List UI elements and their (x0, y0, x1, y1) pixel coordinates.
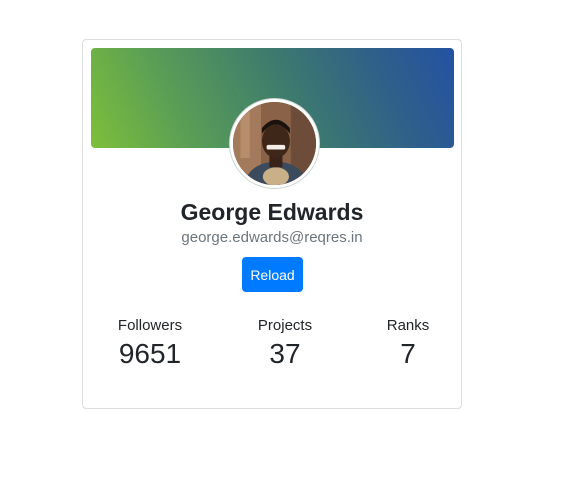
profile-card: George Edwards george.edwards@reqres.in … (82, 39, 462, 409)
stat-ranks: Ranks 7 (348, 317, 468, 370)
stat-value: 37 (269, 338, 301, 369)
profile-email: george.edwards@reqres.in (181, 229, 363, 246)
stat-followers: Followers 9651 (90, 317, 210, 370)
stat-projects: Projects 37 (225, 317, 345, 370)
stat-label: Projects (257, 317, 313, 334)
stat-label: Ranks (386, 317, 430, 334)
stat-label: Followers (117, 317, 183, 334)
reload-button[interactable]: Reload (242, 257, 303, 292)
stat-value: 7 (400, 338, 416, 369)
avatar (230, 99, 319, 188)
avatar-photo-icon (233, 102, 316, 185)
stat-value: 9651 (118, 338, 182, 369)
profile-name: George Edwards (180, 199, 364, 225)
